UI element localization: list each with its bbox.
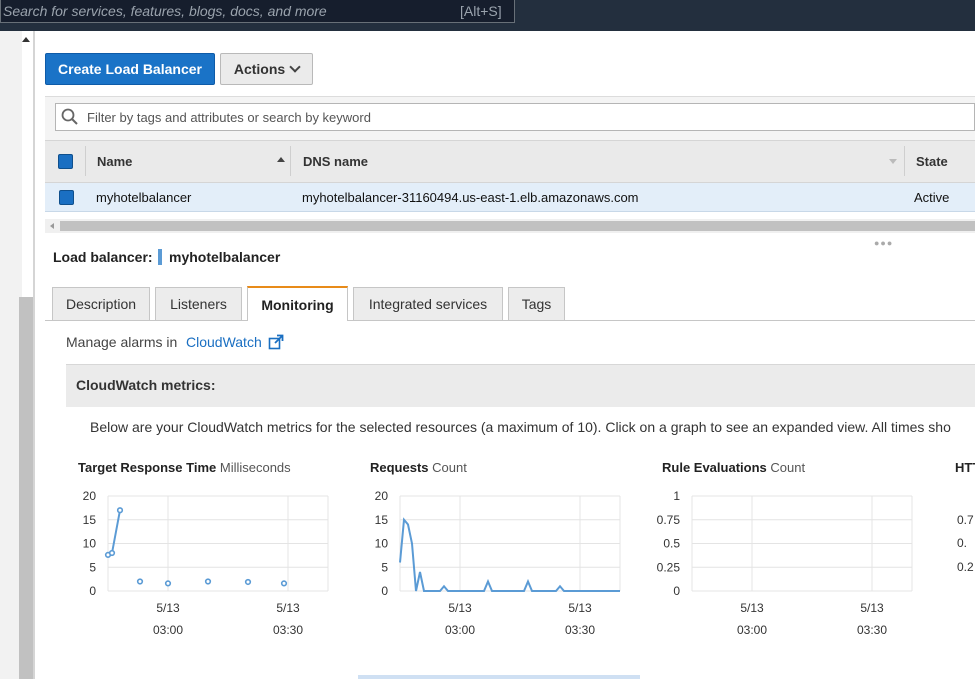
chart-title-text: HTT: [955, 460, 975, 475]
details-load-balancer-name: myhotelbalancer: [169, 249, 281, 265]
chart-unit: Count: [432, 460, 467, 475]
data-point: [280, 580, 288, 587]
actions-dropdown-button[interactable]: Actions: [220, 53, 313, 85]
sort-ascending-icon[interactable]: [277, 157, 285, 162]
y-tick-label: 5: [381, 560, 388, 574]
resize-handle-icon[interactable]: ●●●: [874, 238, 893, 248]
cloudwatch-metrics-title: CloudWatch metrics:: [76, 377, 216, 393]
tab-description[interactable]: Description: [52, 287, 150, 320]
external-link-icon[interactable]: [268, 334, 284, 350]
x-tick-date-label: 5/13: [860, 601, 884, 615]
panel-divider: [33, 31, 35, 679]
tabs-baseline: [45, 320, 975, 321]
details-accent-bar: [158, 249, 162, 265]
y-tick-label: 0.2: [957, 560, 974, 574]
data-point: [164, 580, 172, 587]
y-tick-label: 20: [83, 489, 97, 503]
y-tick-label: 1: [673, 489, 680, 503]
create-load-balancer-label: Create Load Balancer: [58, 61, 202, 77]
tab-listeners[interactable]: Listeners: [155, 287, 242, 320]
chevron-down-icon: [289, 61, 301, 73]
column-header-name[interactable]: Name: [97, 154, 132, 169]
row-state: Active: [914, 190, 950, 205]
data-point: [108, 549, 116, 557]
chart-title-target-response-time: Target Response Time Milliseconds: [78, 460, 291, 475]
tab-tags[interactable]: Tags: [508, 287, 565, 320]
x-tick-time-label: 03:30: [857, 623, 887, 637]
create-load-balancer-button[interactable]: Create Load Balancer: [45, 53, 215, 85]
column-header-dns-name[interactable]: DNS name: [303, 154, 368, 169]
x-tick-date-label: 5/13: [276, 601, 300, 615]
row-name: myhotelbalancer: [96, 190, 192, 205]
chart-rule-evaluations[interactable]: 1 0.75 0.5 0.25 0 5/13 03:00 5/13 03:30: [654, 485, 924, 645]
x-tick-time-label: 03:00: [153, 623, 183, 637]
column-divider: [85, 146, 86, 176]
x-tick-time-label: 03:30: [273, 623, 303, 637]
series-line: [107, 510, 121, 556]
y-tick-label: 0: [381, 584, 388, 598]
y-tick-label: 15: [83, 513, 97, 527]
bottom-scroll-indicator: [358, 675, 640, 679]
y-tick-label: 20: [375, 489, 389, 503]
x-tick-date-label: 5/13: [156, 601, 180, 615]
chart-unit: Count: [770, 460, 806, 475]
data-point: [204, 578, 212, 585]
x-tick-time-label: 03:00: [445, 623, 475, 637]
data-point: [244, 578, 252, 586]
column-divider: [290, 146, 291, 176]
x-tick-date-label: 5/13: [740, 601, 764, 615]
y-tick-label: 15: [375, 513, 389, 527]
select-all-checkbox[interactable]: [58, 154, 73, 169]
manage-alarms-text: Manage alarms in: [66, 334, 178, 350]
y-tick-label: 10: [375, 537, 389, 551]
x-tick-date-label: 5/13: [568, 601, 592, 615]
search-placeholder: Search for services, features, blogs, do…: [3, 3, 327, 19]
cloudwatch-link[interactable]: CloudWatch: [186, 334, 262, 350]
chart-title-text: Requests: [370, 460, 429, 475]
y-tick-label: 0: [673, 584, 680, 598]
y-tick-label: 0.75: [657, 513, 681, 527]
column-header-state[interactable]: State: [916, 154, 948, 169]
x-tick-time-label: 03:30: [565, 623, 595, 637]
row-dns-name: myhotelbalancer-31160494.us-east-1.elb.a…: [302, 190, 639, 205]
sort-descending-icon[interactable]: [889, 159, 897, 164]
actions-label: Actions: [233, 61, 286, 77]
x-tick-time-label: 03:00: [737, 623, 767, 637]
data-point: [136, 578, 144, 585]
cloudwatch-metrics-description: Below are your CloudWatch metrics for th…: [90, 419, 951, 435]
filter-placeholder: Filter by tags and attributes or search …: [87, 110, 371, 125]
y-tick-label: 0.: [957, 536, 967, 550]
chart-title-rule-evaluations: Rule Evaluations Count: [662, 460, 805, 475]
horizontal-scrollbar-thumb[interactable]: [60, 221, 975, 231]
y-tick-label: 0.7: [957, 513, 974, 527]
x-tick-date-label: 5/13: [448, 601, 472, 615]
table-header: [45, 140, 975, 183]
chart-partial[interactable]: 0.7 0. 0.2: [950, 485, 975, 645]
y-tick-label: 0.25: [657, 560, 681, 574]
column-divider: [904, 146, 905, 176]
series-line: [399, 517, 620, 592]
y-tick-label: 0.5: [663, 537, 680, 551]
scroll-up-arrow-icon[interactable]: [22, 37, 30, 42]
data-point: [116, 507, 124, 514]
search-icon: [61, 108, 78, 125]
chart-title-text: Rule Evaluations: [662, 460, 767, 475]
y-tick-label: 5: [89, 560, 96, 574]
search-shortcut-hint: [Alt+S]: [460, 3, 502, 19]
tab-monitoring[interactable]: Monitoring: [247, 286, 348, 321]
tab-integrated-services[interactable]: Integrated services: [353, 287, 503, 320]
details-label: Load balancer:: [53, 249, 153, 265]
chart-title-partial: HTT: [955, 460, 975, 475]
chart-unit: Milliseconds: [219, 460, 291, 475]
chart-target-response-time[interactable]: 20 15 10 5 0 5/13 03:00 5/13 03:30: [70, 485, 340, 645]
y-tick-label: 0: [89, 584, 96, 598]
y-tick-label: 10: [83, 537, 97, 551]
chart-title-requests: Requests Count: [370, 460, 467, 475]
scroll-left-arrow-icon[interactable]: [50, 223, 54, 229]
chart-title-text: Target Response Time: [78, 460, 217, 475]
left-scrollbar-thumb[interactable]: [19, 297, 33, 679]
chart-requests[interactable]: 20 15 10 5 0 5/13 03:00 5/13 03:30: [362, 485, 632, 645]
row-checkbox[interactable]: [59, 190, 74, 205]
